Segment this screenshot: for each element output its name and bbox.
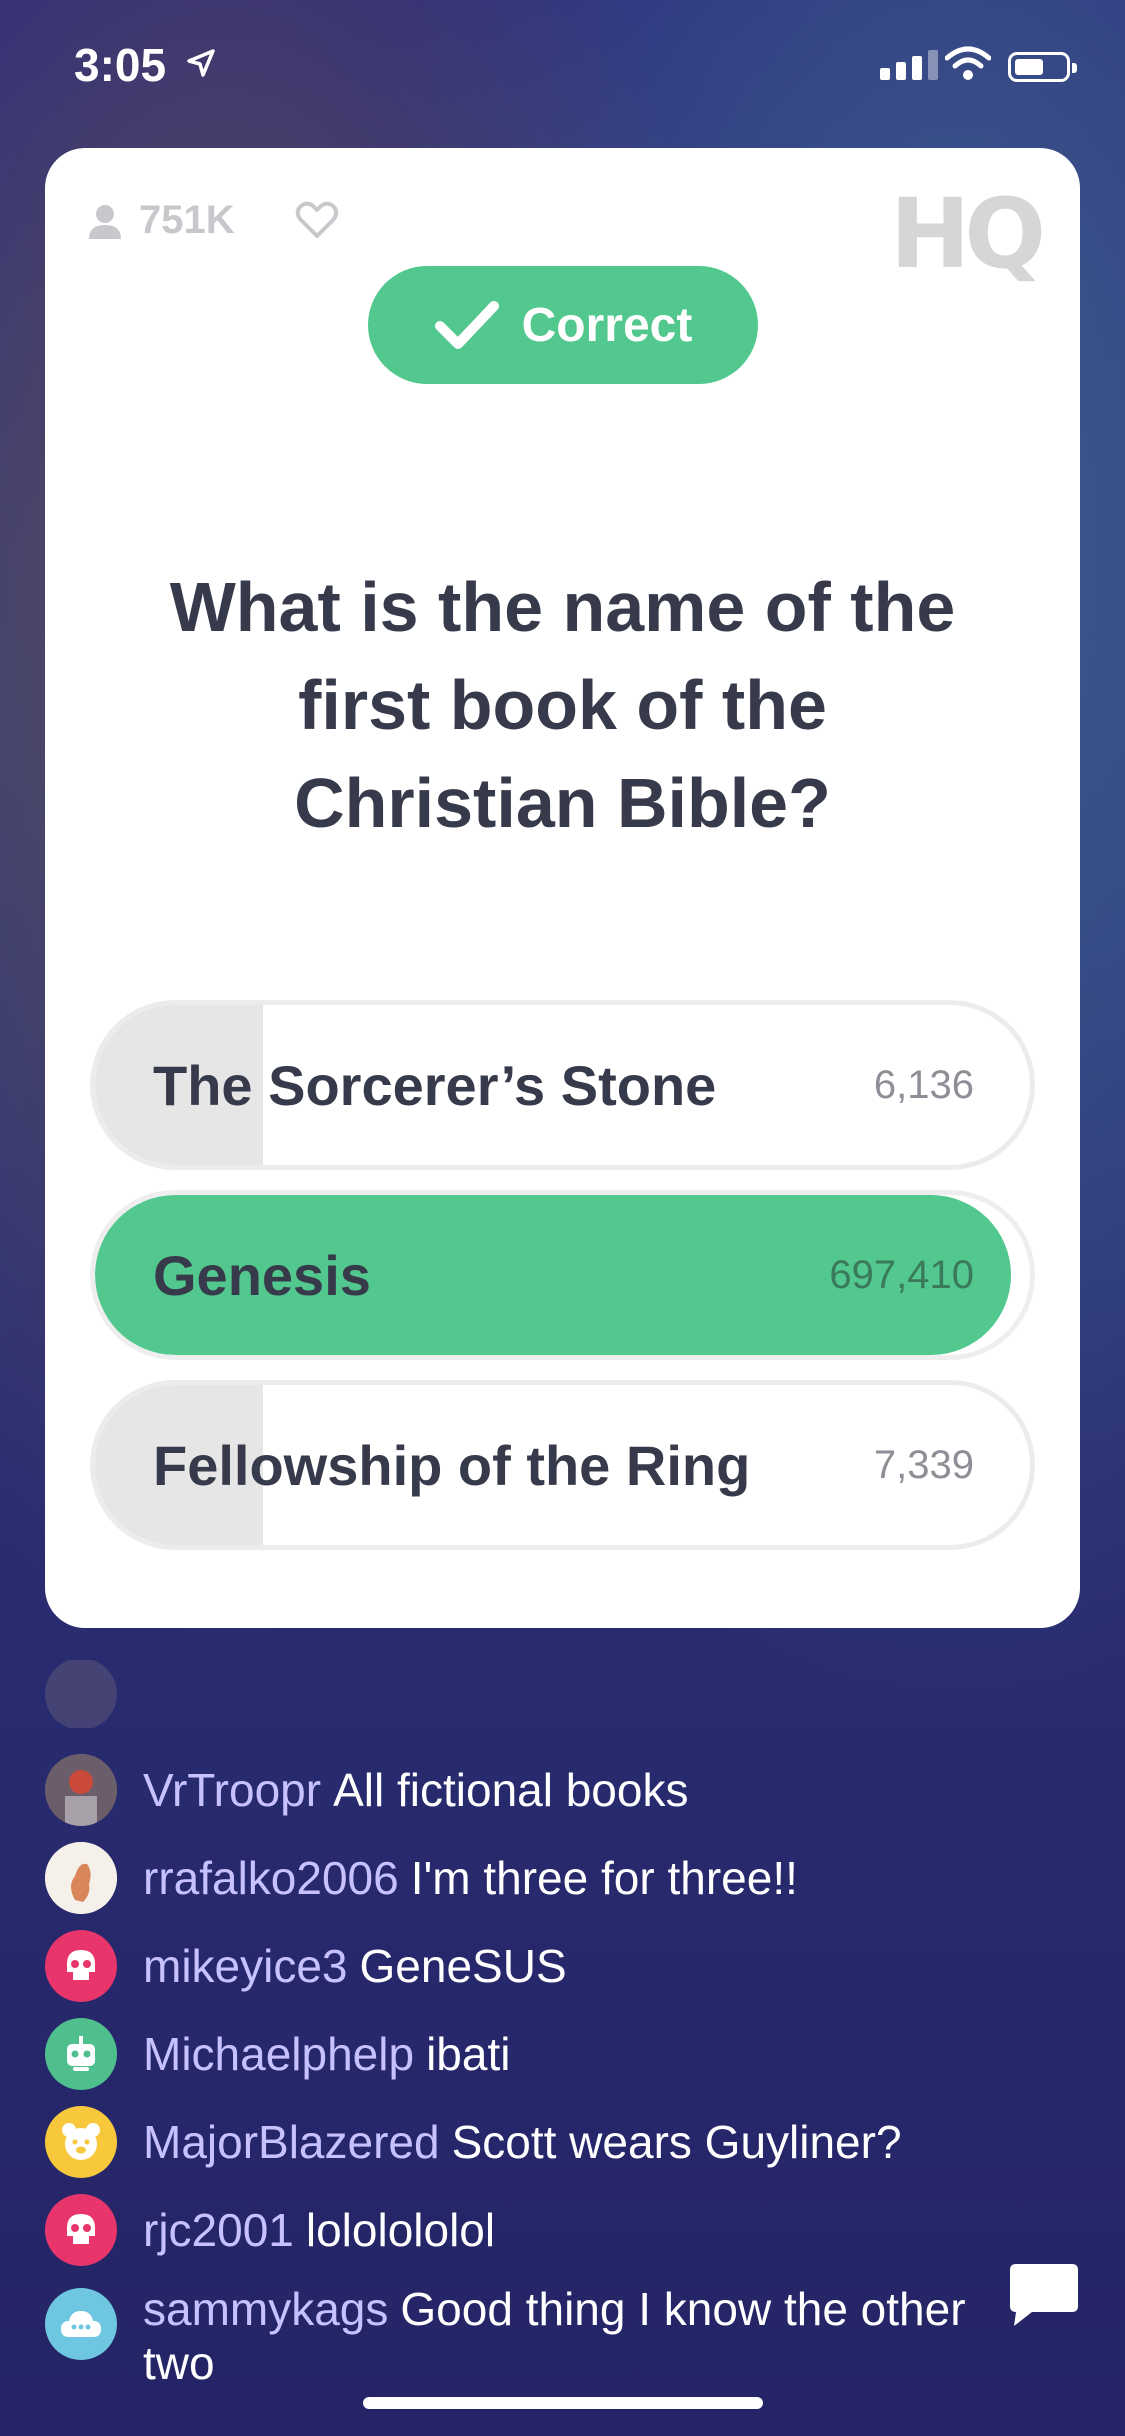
- chat-text: I'm three for three!!: [410, 1852, 798, 1904]
- skull-icon: [67, 2214, 95, 2244]
- chat-text: ibati: [426, 2028, 511, 2080]
- checkmark-icon: [434, 301, 499, 349]
- viewer-count-label: 751K: [139, 198, 235, 242]
- question-line: Christian Bible?: [294, 764, 831, 842]
- avatar: [45, 2288, 117, 2360]
- skull-icon: [67, 1950, 95, 1980]
- cloud-icon: [61, 2311, 101, 2337]
- hand-icon: [45, 1842, 117, 1914]
- location-arrow-icon: [187, 49, 215, 77]
- chat-message: Michaelphelp ibati: [45, 2018, 1045, 2090]
- robot-icon: [67, 2036, 95, 2071]
- answer-label: Fellowship of the Ring: [153, 1433, 751, 1497]
- answer-option-1[interactable]: The Sorcerer’s Stone 6,136: [90, 1000, 1035, 1170]
- correct-badge: Correct: [368, 266, 758, 384]
- heart-icon[interactable]: [295, 200, 339, 240]
- chat-username[interactable]: MajorBlazered: [143, 2116, 440, 2168]
- correct-label: Correct: [521, 298, 693, 352]
- answer-count: 697,410: [829, 1252, 974, 1297]
- answer-label: The Sorcerer’s Stone: [153, 1053, 717, 1117]
- battery-icon: [1008, 52, 1077, 82]
- status-time: 3:05: [74, 39, 167, 91]
- chat-message: MajorBlazered Scott wears Guyliner?: [45, 2106, 1045, 2178]
- avatar: [45, 2018, 117, 2090]
- chat-username[interactable]: VrTroopr: [143, 1764, 321, 1816]
- hq-logo: HQ: [890, 178, 1046, 290]
- chat-text: lololololol: [305, 2204, 496, 2256]
- chat-username[interactable]: Michaelphelp: [143, 2028, 414, 2080]
- question-text: What is the name of the first book of th…: [105, 558, 1020, 852]
- chat-username[interactable]: sammykags: [143, 2283, 388, 2335]
- avatar: [45, 2106, 117, 2178]
- chat-message: sammykags Good thing I know the other two: [45, 2282, 1045, 2390]
- bear-icon: [62, 2123, 100, 2160]
- chat-message-faded: [45, 1660, 1045, 1728]
- wifi-icon: [945, 46, 991, 80]
- answer-count: 7,339: [873, 1442, 974, 1487]
- answer-option-3[interactable]: Fellowship of the Ring 7,339: [90, 1380, 1035, 1550]
- avatar: [45, 1930, 117, 2002]
- chat-username[interactable]: rjc2001: [143, 2204, 294, 2256]
- chat-bubble-icon[interactable]: [1008, 2260, 1080, 2330]
- chat-feed: VrTroopr All fictional books rrafalko2006…: [45, 1660, 1045, 2406]
- answer-count: 6,136: [873, 1062, 974, 1107]
- person-icon: [89, 204, 121, 239]
- home-indicator[interactable]: [363, 2397, 763, 2409]
- avatar: [45, 1842, 117, 1914]
- status-bar: 3:05: [0, 0, 1125, 140]
- question-line: What is the name of the: [169, 568, 956, 646]
- answer-option-2[interactable]: Genesis 697,410: [90, 1190, 1035, 1360]
- avatar: [45, 2194, 117, 2266]
- chat-text: Scott wears Guyliner?: [451, 2116, 902, 2168]
- viewer-count: 751K: [87, 198, 235, 243]
- chat-text: All fictional books: [333, 1764, 689, 1816]
- chat-message: rjc2001 lololololol: [45, 2194, 1045, 2266]
- avatar: [45, 1754, 117, 1826]
- chat-message: mikeyice3 GeneSUS: [45, 1930, 1045, 2002]
- question-line: first book of the: [298, 666, 827, 744]
- chat-username[interactable]: mikeyice3: [143, 1940, 348, 1992]
- answer-label: Genesis: [153, 1243, 371, 1307]
- avatar-photo-icon: [45, 1754, 117, 1826]
- chat-text: GeneSUS: [359, 1940, 567, 1992]
- avatar: [45, 1660, 117, 1728]
- chat-username[interactable]: rrafalko2006: [143, 1852, 399, 1904]
- question-card: 751K HQ Correct What is the name of the …: [45, 148, 1080, 1628]
- cellular-signal-icon: [880, 50, 938, 80]
- chat-message: rrafalko2006 I'm three for three!!: [45, 1842, 1045, 1914]
- chat-message: VrTroopr All fictional books: [45, 1754, 1045, 1826]
